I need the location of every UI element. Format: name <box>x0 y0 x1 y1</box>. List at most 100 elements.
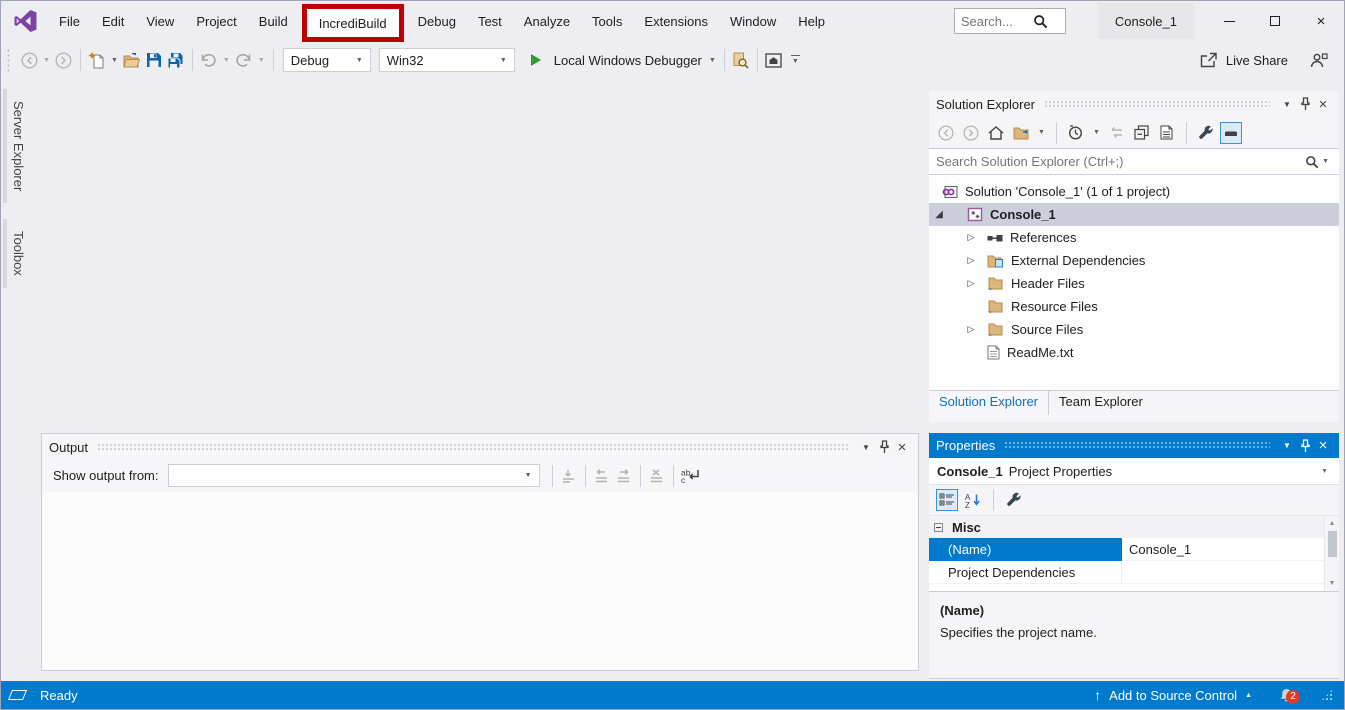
add-to-source-control-button[interactable]: Add to Source Control <box>1109 688 1237 703</box>
menu-help[interactable]: Help <box>787 1 836 41</box>
home-icon[interactable] <box>985 120 1007 146</box>
undo-button[interactable] <box>198 47 220 73</box>
category-row[interactable]: Misc <box>929 516 1339 538</box>
search-input[interactable] <box>961 14 1033 29</box>
menu-window[interactable]: Window <box>719 1 787 41</box>
expander-expanded-icon[interactable]: ◢ <box>933 209 945 220</box>
start-window-icon[interactable] <box>763 47 785 73</box>
clear-all-icon[interactable] <box>646 463 668 489</box>
property-row-name[interactable]: (Name) Console_1 <box>929 538 1339 561</box>
menu-test[interactable]: Test <box>467 1 513 41</box>
solution-platform-combo[interactable]: Win32 ▼ <box>379 48 515 72</box>
property-value-cell[interactable]: Console_1 <box>1122 538 1324 561</box>
properties-wrench-icon[interactable] <box>1195 120 1217 146</box>
scroll-down-icon[interactable]: ▼ <box>1329 576 1336 591</box>
expander-collapsed-icon[interactable]: ▷ <box>965 255 977 266</box>
menu-project[interactable]: Project <box>185 1 247 41</box>
tab-team-explorer[interactable]: Team Explorer <box>1049 391 1153 415</box>
close-icon[interactable]: × <box>893 440 911 455</box>
next-message-icon[interactable] <box>613 463 635 489</box>
menu-debug[interactable]: Debug <box>407 1 467 41</box>
solution-explorer-search[interactable]: ▼ <box>929 148 1339 175</box>
scrollbar-thumb[interactable] <box>1328 531 1337 557</box>
maximize-button[interactable] <box>1252 1 1298 41</box>
window-position-icon[interactable]: ▼ <box>1278 100 1296 109</box>
alphabetical-sort-button[interactable]: AZ <box>962 487 984 513</box>
navigate-back-button[interactable] <box>18 47 40 73</box>
output-source-combo[interactable]: ▼ <box>168 464 540 487</box>
collapse-category-icon[interactable] <box>934 523 943 532</box>
tree-row-readme[interactable]: ReadMe.txt <box>929 341 1339 364</box>
categorized-button[interactable] <box>936 489 958 511</box>
tab-solution-explorer[interactable]: Solution Explorer <box>929 391 1049 415</box>
word-wrap-icon[interactable]: abc <box>679 463 703 489</box>
tree-row-references[interactable]: ▷ References <box>929 226 1339 249</box>
close-icon[interactable]: × <box>1314 97 1332 112</box>
find-message-in-code-icon[interactable] <box>558 463 580 489</box>
switch-views-icon[interactable] <box>1010 120 1032 146</box>
menu-incredibuild[interactable]: IncrediBuild <box>319 16 387 31</box>
menu-analyze[interactable]: Analyze <box>513 1 581 41</box>
redo-button[interactable] <box>233 47 255 73</box>
resize-grip[interactable] <box>1321 689 1333 701</box>
property-row-dependencies[interactable]: Project Dependencies <box>929 561 1339 584</box>
run-button-label[interactable]: Local Windows Debugger <box>554 53 702 68</box>
tree-row-project[interactable]: ◢ Console_1 <box>929 203 1339 226</box>
drag-texture[interactable] <box>97 443 849 452</box>
start-debugging-icon[interactable] <box>525 47 547 73</box>
expander-collapsed-icon[interactable]: ▷ <box>965 278 977 289</box>
tree-row-header-files[interactable]: ▷ Header Files <box>929 272 1339 295</box>
tree-row-source-files[interactable]: ▷ Source Files <box>929 318 1339 341</box>
menu-edit[interactable]: Edit <box>91 1 135 41</box>
live-share-icon[interactable] <box>1197 47 1220 73</box>
output-content[interactable] <box>42 492 918 670</box>
redo-dropdown-icon[interactable]: ▼ <box>255 57 268 64</box>
close-button[interactable]: × <box>1298 1 1344 41</box>
expander-collapsed-icon[interactable]: ▷ <box>965 232 977 243</box>
menu-build[interactable]: Build <box>248 1 299 41</box>
live-share-label[interactable]: Live Share <box>1226 53 1288 68</box>
sync-with-active-document-icon[interactable] <box>1106 120 1128 146</box>
menu-extensions[interactable]: Extensions <box>633 1 719 41</box>
pin-icon[interactable] <box>1296 97 1314 111</box>
property-pages-wrench-icon[interactable] <box>1003 487 1025 513</box>
scroll-up-icon[interactable]: ▲ <box>1329 516 1336 531</box>
properties-scrollbar[interactable]: ▲ ▼ <box>1324 516 1339 591</box>
collapse-all-icon[interactable] <box>1131 120 1153 146</box>
notifications-button[interactable]: 2 <box>1278 687 1295 704</box>
find-in-files-icon[interactable] <box>730 47 752 73</box>
property-name-cell[interactable]: Project Dependencies <box>929 561 1122 584</box>
solution-configuration-combo[interactable]: Debug ▼ <box>283 48 371 72</box>
property-value-cell[interactable] <box>1122 561 1324 584</box>
se-search-input[interactable] <box>936 154 1305 169</box>
close-icon[interactable]: × <box>1314 438 1332 453</box>
tree-row-external-dependencies[interactable]: ▷ External Dependencies <box>929 249 1339 272</box>
quick-launch-search[interactable] <box>954 8 1066 34</box>
sign-in-user-icon[interactable] <box>1308 47 1330 73</box>
pending-changes-filter-icon[interactable] <box>1065 120 1087 146</box>
drag-texture[interactable] <box>1004 441 1270 450</box>
search-options-icon[interactable]: ▼ <box>1319 158 1332 165</box>
open-file-button[interactable] <box>121 47 143 73</box>
properties-object-combo[interactable]: Console_1 Project Properties ▼ <box>929 458 1339 485</box>
window-position-icon[interactable]: ▼ <box>1278 441 1296 450</box>
toolbar-grip[interactable] <box>6 48 12 72</box>
expander-collapsed-icon[interactable]: ▷ <box>965 324 977 335</box>
tree-row-solution[interactable]: Solution 'Console_1' (1 of 1 project) <box>929 180 1339 203</box>
switch-views-dropdown-icon[interactable]: ▼ <box>1035 129 1048 136</box>
minimize-button[interactable] <box>1206 1 1252 41</box>
back-dropdown-icon[interactable]: ▼ <box>40 57 53 64</box>
menu-view[interactable]: View <box>135 1 185 41</box>
filter-dropdown-icon[interactable]: ▼ <box>1090 129 1103 136</box>
server-explorer-tab[interactable]: Server Explorer <box>3 89 29 203</box>
run-dropdown-icon[interactable]: ▼ <box>706 57 719 64</box>
window-position-icon[interactable]: ▼ <box>857 443 875 452</box>
tree-row-resource-files[interactable]: Resource Files <box>929 295 1339 318</box>
new-project-dropdown-icon[interactable]: ▼ <box>108 57 121 64</box>
preview-selected-items-button[interactable] <box>1220 122 1242 144</box>
toolbox-tab[interactable]: Toolbox <box>3 219 29 288</box>
previous-message-icon[interactable] <box>591 463 613 489</box>
menu-file[interactable]: File <box>48 1 91 41</box>
save-button[interactable] <box>143 47 165 73</box>
navigate-forward-button[interactable] <box>53 47 75 73</box>
